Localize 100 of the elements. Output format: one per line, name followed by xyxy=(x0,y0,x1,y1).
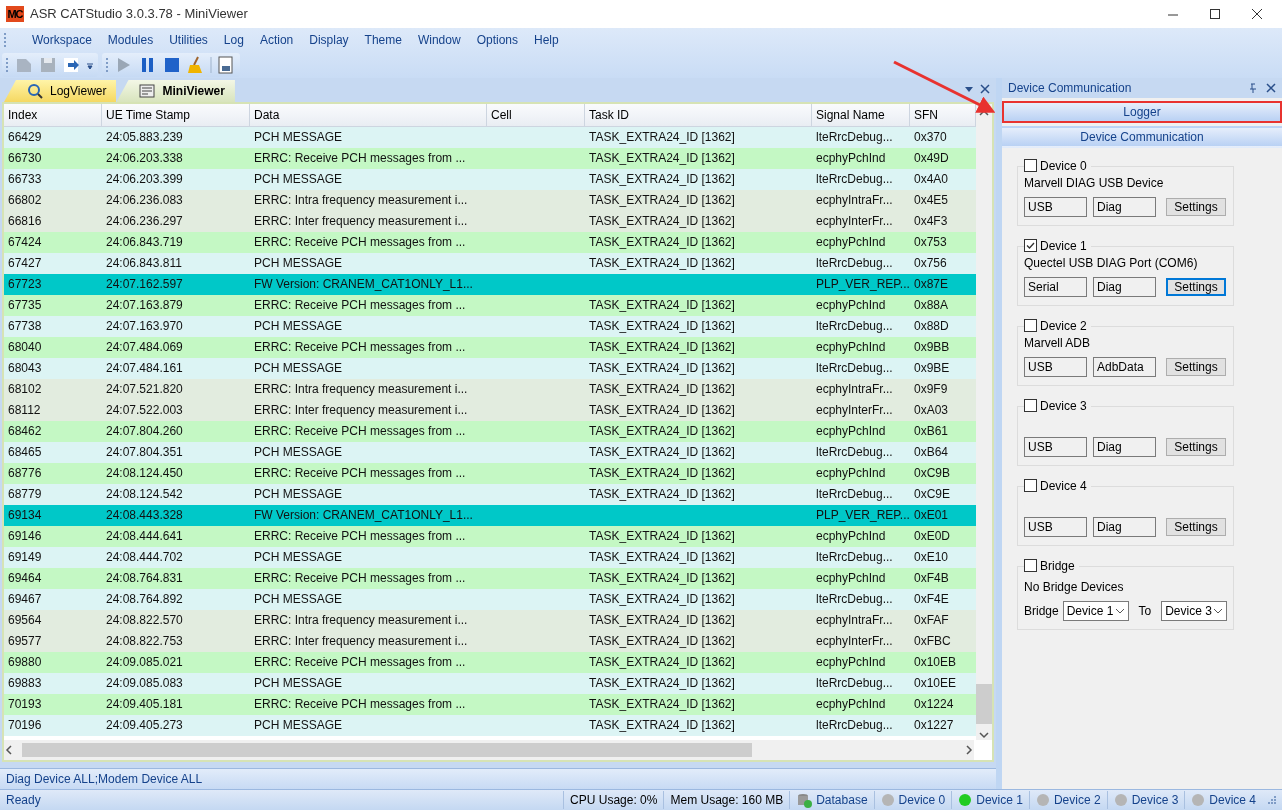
protocol-field[interactable]: Diag xyxy=(1093,196,1156,217)
column-header[interactable]: Index xyxy=(4,103,102,126)
to-label: To xyxy=(1138,603,1152,618)
table-cell-text: TASK_EXTRA24_ID [1362] xyxy=(588,549,736,567)
column-header[interactable]: Signal Name xyxy=(812,103,910,126)
table-row[interactable]: 69464 24:08.764.831 ERRC: Receive PCH messages from ... TASK_EXTRA24_ID [1362] ecphyPchInd 0xF4B xyxy=(4,567,976,589)
menu-item[interactable]: Log xyxy=(215,32,252,47)
menu-item[interactable]: Display xyxy=(301,32,357,47)
table-cell-text: 24:07.804.260 xyxy=(105,423,184,441)
table-cell-text: TASK_EXTRA24_ID [1362] xyxy=(588,402,736,420)
menu-item[interactable]: Modules xyxy=(99,32,162,47)
table-cell-text: ecphyPchInd xyxy=(815,528,887,546)
protocol-field[interactable]: AdbData xyxy=(1093,356,1156,377)
table-cell-text: 0x88A xyxy=(913,297,950,315)
tab[interactable]: LogViewer xyxy=(4,79,117,102)
menu-item[interactable]: Window xyxy=(409,32,469,47)
table-row[interactable]: 69146 24:08.444.641 ERRC: Receive PCH messages from ... TASK_EXTRA24_ID [1362] ecphyPchInd 0xE0D xyxy=(4,525,976,547)
menu-item[interactable]: Action xyxy=(251,32,302,47)
table-cell-text: PLP_VER_REP... xyxy=(815,507,910,525)
table-cell-text: 0xFBC xyxy=(913,633,952,651)
table-row[interactable]: 69149 24:08.444.702 PCH MESSAGE TASK_EXTRA24_ID [1362] lteRrcDebug... 0xE10 xyxy=(4,546,976,568)
table-row[interactable]: 68040 24:07.484.069 ERRC: Receive PCH messages from ... TASK_EXTRA24_ID [1362] ecphyPchInd 0x9BB xyxy=(4,336,976,358)
tab[interactable]: MiniViewer xyxy=(116,79,235,102)
device-description: Quectel USB DIAG Port (COM6) xyxy=(1024,255,1198,270)
table-row[interactable]: 66802 24:06.236.083 ERRC: Intra frequency measurement i... TASK_EXTRA24_ID [1362] ecphyIntraFr... 0x4E5 xyxy=(4,189,976,211)
table-row[interactable]: 70196 24:09.405.273 PCH MESSAGE TASK_EXTRA24_ID [1362] lteRrcDebug... 0x1227 xyxy=(4,714,976,736)
settings-button[interactable]: Settings xyxy=(1166,277,1226,296)
table-row[interactable]: 68776 24:08.124.450 ERRC: Receive PCH messages from ... TASK_EXTRA24_ID [1362] ecphyPchInd 0xC9B xyxy=(4,462,976,484)
section-header[interactable]: Logger xyxy=(1002,100,1282,123)
port-field[interactable]: USB xyxy=(1024,436,1087,457)
table-cell-text: 66802 xyxy=(7,192,43,210)
table-cell-text: TASK_EXTRA24_ID [1362] xyxy=(588,339,736,357)
protocol-field[interactable]: Diag xyxy=(1093,516,1156,537)
column-header[interactable]: Data xyxy=(250,103,487,126)
settings-button[interactable]: Settings xyxy=(1166,197,1226,216)
table-row[interactable]: 67424 24:06.843.719 ERRC: Receive PCH messages from ... TASK_EXTRA24_ID [1362] ecphyPchInd 0x753 xyxy=(4,231,976,253)
table-row[interactable]: 68462 24:07.804.260 ERRC: Receive PCH messages from ... TASK_EXTRA24_ID [1362] ecphyPchInd 0xB61 xyxy=(4,420,976,442)
menu-item[interactable]: Help xyxy=(526,32,567,47)
table-row[interactable]: 68465 24:07.804.351 PCH MESSAGE TASK_EXTRA24_ID [1362] lteRrcDebug... 0xB64 xyxy=(4,441,976,463)
table-cell-text: ecphyInterFr... xyxy=(815,633,894,651)
table-row[interactable]: 67738 24:07.163.970 PCH MESSAGE TASK_EXTRA24_ID [1362] lteRrcDebug... 0x88D xyxy=(4,315,976,337)
table-cell-text: 24:07.162.597 xyxy=(105,276,184,294)
table-row[interactable]: 66429 24:05.883.239 PCH MESSAGE TASK_EXTRA24_ID [1362] lteRrcDebug... 0x370 xyxy=(4,126,976,148)
table-row[interactable]: 66733 24:06.203.399 PCH MESSAGE TASK_EXTRA24_ID [1362] lteRrcDebug... 0x4A0 xyxy=(4,168,976,190)
table-cell-text: TASK_EXTRA24_ID [1362] xyxy=(588,612,736,630)
table-row[interactable]: 70193 24:09.405.181 ERRC: Receive PCH messages from ... TASK_EXTRA24_ID [1362] ecphyPchInd 0x1224 xyxy=(4,693,976,715)
port-field[interactable]: USB xyxy=(1024,516,1087,537)
table-cell-text: TASK_EXTRA24_ID [1362] xyxy=(588,213,736,231)
table-row[interactable]: 68102 24:07.521.820 ERRC: Intra frequency measurement i... TASK_EXTRA24_ID [1362] ecphyIntraFr... 0x9F9 xyxy=(4,378,976,400)
device-dropdown[interactable]: Device 3 xyxy=(1161,600,1227,621)
port-field[interactable]: USB xyxy=(1024,356,1087,377)
table-row[interactable]: 67427 24:06.843.811 PCH MESSAGE TASK_EXTRA24_ID [1362] lteRrcDebug... 0x756 xyxy=(4,252,976,274)
table-cell-text: ERRC: Inter frequency measurement i... xyxy=(253,213,469,231)
table-cell-text: 67424 xyxy=(7,234,43,252)
table-cell-text: FW Version: CRANEM_CAT1ONLY_L1... xyxy=(253,507,474,525)
section-header[interactable]: Device Communication xyxy=(1002,125,1282,148)
table-row[interactable]: 69467 24:08.764.892 PCH MESSAGE TASK_EXTRA24_ID [1362] lteRrcDebug... 0xF4E xyxy=(4,588,976,610)
device-dropdown[interactable]: Device 1 xyxy=(1062,600,1129,621)
table-cell-text: 24:07.163.879 xyxy=(105,297,184,315)
table-row[interactable]: 68779 24:08.124.542 PCH MESSAGE TASK_EXTRA24_ID [1362] lteRrcDebug... 0xC9E xyxy=(4,483,976,505)
table-row[interactable]: 69134 24:08.443.328 FW Version: CRANEM_CAT1ONLY_L1... PLP_VER_REP... 0xE01 xyxy=(4,504,976,526)
table-cell-text: PCH MESSAGE xyxy=(253,486,344,504)
table-row[interactable]: 69564 24:08.822.570 ERRC: Intra frequency measurement i... TASK_EXTRA24_ID [1362] ecphyIntraFr... 0xFAF xyxy=(4,609,976,631)
table-cell-text: 24:06.236.297 xyxy=(105,213,184,231)
protocol-field[interactable]: Diag xyxy=(1093,436,1156,457)
table-cell-text: TASK_EXTRA24_ID [1362] xyxy=(588,654,736,672)
table-row[interactable]: 67723 24:07.162.597 FW Version: CRANEM_CAT1ONLY_L1... PLP_VER_REP... 0x87E xyxy=(4,273,976,295)
table-cell-text: FW Version: CRANEM_CAT1ONLY_L1... xyxy=(253,276,474,294)
settings-button[interactable]: Settings xyxy=(1166,517,1226,536)
table-row[interactable]: 67735 24:07.163.879 ERRC: Receive PCH messages from ... TASK_EXTRA24_ID [1362] ecphyPchInd 0x88A xyxy=(4,294,976,316)
port-field[interactable]: Serial xyxy=(1024,276,1087,297)
column-header[interactable]: Task ID xyxy=(585,103,812,126)
column-header[interactable]: Cell xyxy=(487,103,585,126)
checkbox-label: Device 3 xyxy=(1040,398,1087,413)
column-header[interactable]: UE Time Stamp xyxy=(102,103,250,126)
table-cell-text: PCH MESSAGE xyxy=(253,591,344,609)
table-cell-text: 69564 xyxy=(7,612,43,630)
table-row[interactable]: 66730 24:06.203.338 ERRC: Receive PCH messages from ... TASK_EXTRA24_ID [1362] ecphyPchInd 0x49D xyxy=(4,147,976,169)
table-row[interactable]: 69880 24:09.085.021 ERRC: Receive PCH messages from ... TASK_EXTRA24_ID [1362] ecphyPchInd 0x10EB xyxy=(4,651,976,673)
table-row[interactable]: 69577 24:08.822.753 ERRC: Inter frequency measurement i... TASK_EXTRA24_ID [1362] ecphyInterFr... 0xFBC xyxy=(4,630,976,652)
table-cell-text: lteRrcDebug... xyxy=(815,318,894,336)
menu-item[interactable]: Options xyxy=(468,32,526,47)
menu-item[interactable]: Theme xyxy=(356,32,410,47)
port-field[interactable]: USB xyxy=(1024,196,1087,217)
table-cell-text: TASK_EXTRA24_ID [1362] xyxy=(588,717,736,735)
checkbox-label: Device 1 xyxy=(1040,238,1087,253)
settings-button[interactable]: Settings xyxy=(1166,437,1226,456)
table-row[interactable]: 68043 24:07.484.161 PCH MESSAGE TASK_EXTRA24_ID [1362] lteRrcDebug... 0x9BE xyxy=(4,357,976,379)
table-row[interactable]: 66816 24:06.236.297 ERRC: Inter frequency measurement i... TASK_EXTRA24_ID [1362] ecphyInterFr... 0x4F3 xyxy=(4,210,976,232)
table-cell-text: 0x1224 xyxy=(913,696,955,714)
table-row[interactable]: 69883 24:09.085.083 PCH MESSAGE TASK_EXTRA24_ID [1362] lteRrcDebug... 0x10EE xyxy=(4,672,976,694)
settings-button[interactable]: Settings xyxy=(1166,357,1226,376)
protocol-field[interactable]: Diag xyxy=(1093,276,1156,297)
table-cell-text: ERRC: Receive PCH messages from ... xyxy=(253,297,467,315)
menu-item[interactable]: Workspace xyxy=(24,32,100,47)
status-label: Device 1 xyxy=(976,793,1023,807)
menu-item[interactable]: Utilities xyxy=(161,32,216,47)
table-row[interactable]: 68112 24:07.522.003 ERRC: Inter frequency measurement i... TASK_EXTRA24_ID [1362] ecphyInterFr... 0xA03 xyxy=(4,399,976,421)
table-cell-text: ecphyPchInd xyxy=(815,339,887,357)
status-text: Ready xyxy=(5,793,42,807)
